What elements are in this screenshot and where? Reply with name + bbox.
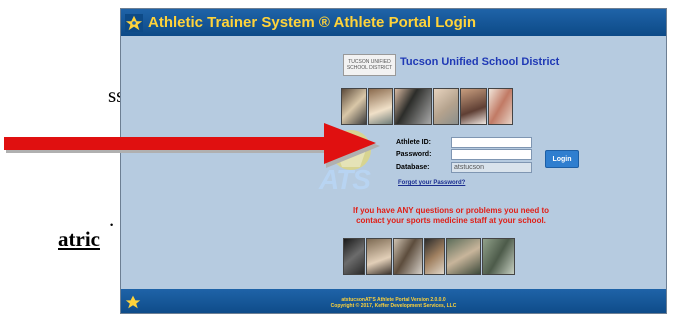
sports-photo [343,238,365,275]
portal-footer: atstucsonAT'S Athlete Portal Version 2.0… [121,289,666,313]
sports-photo [446,238,482,275]
sports-photo [423,238,446,275]
document-heading-fragment: atric [58,227,100,251]
contact-message: If you have ANY questions or problems yo… [311,206,591,226]
database-field: atstucson [451,162,532,173]
portal-title: Athletic Trainer System ® Athlete Portal… [148,14,477,31]
school-logo: TUCSON UNIFIED SCHOOL DISTRICT [343,54,396,76]
sports-photo [459,88,488,125]
footer-copyright: Copyright © 2017, Keffer Development Ser… [330,303,457,309]
athlete-id-input[interactable] [451,137,532,148]
sports-photo [432,88,459,125]
athlete-portal-login-window: Athletic Trainer System ® Athlete Portal… [120,8,667,314]
password-label: Password: [396,151,432,158]
document-text-fragment: . [109,207,115,231]
password-input[interactable] [451,149,532,160]
sports-photo [482,238,515,275]
sports-photo-strip-top [341,88,513,125]
sports-photo-strip-bottom [343,238,515,275]
school-name: Tucson Unified School District [400,56,560,68]
ats-emblem-icon [125,14,143,32]
sports-photo [394,88,432,125]
database-label: Database: [396,164,430,171]
athlete-id-label: Athlete ID: [396,139,431,146]
school-logo-text: TUCSON UNIFIED SCHOOL DISTRICT [346,59,393,71]
sports-photo [392,238,423,275]
sports-photo [365,238,392,275]
ats-logo-text: ATS [319,164,371,195]
contact-message-line: contact your sports medicine staff at yo… [356,216,546,225]
sports-photo [488,88,513,125]
sports-photo [367,88,394,125]
sports-photo [341,88,367,125]
contact-message-line: If you have ANY questions or problems yo… [352,206,550,215]
forgot-password-link[interactable]: Forgot your Password? [398,180,465,186]
login-button[interactable]: Login [545,150,579,168]
portal-header: Athletic Trainer System ® Athlete Portal… [121,9,666,36]
